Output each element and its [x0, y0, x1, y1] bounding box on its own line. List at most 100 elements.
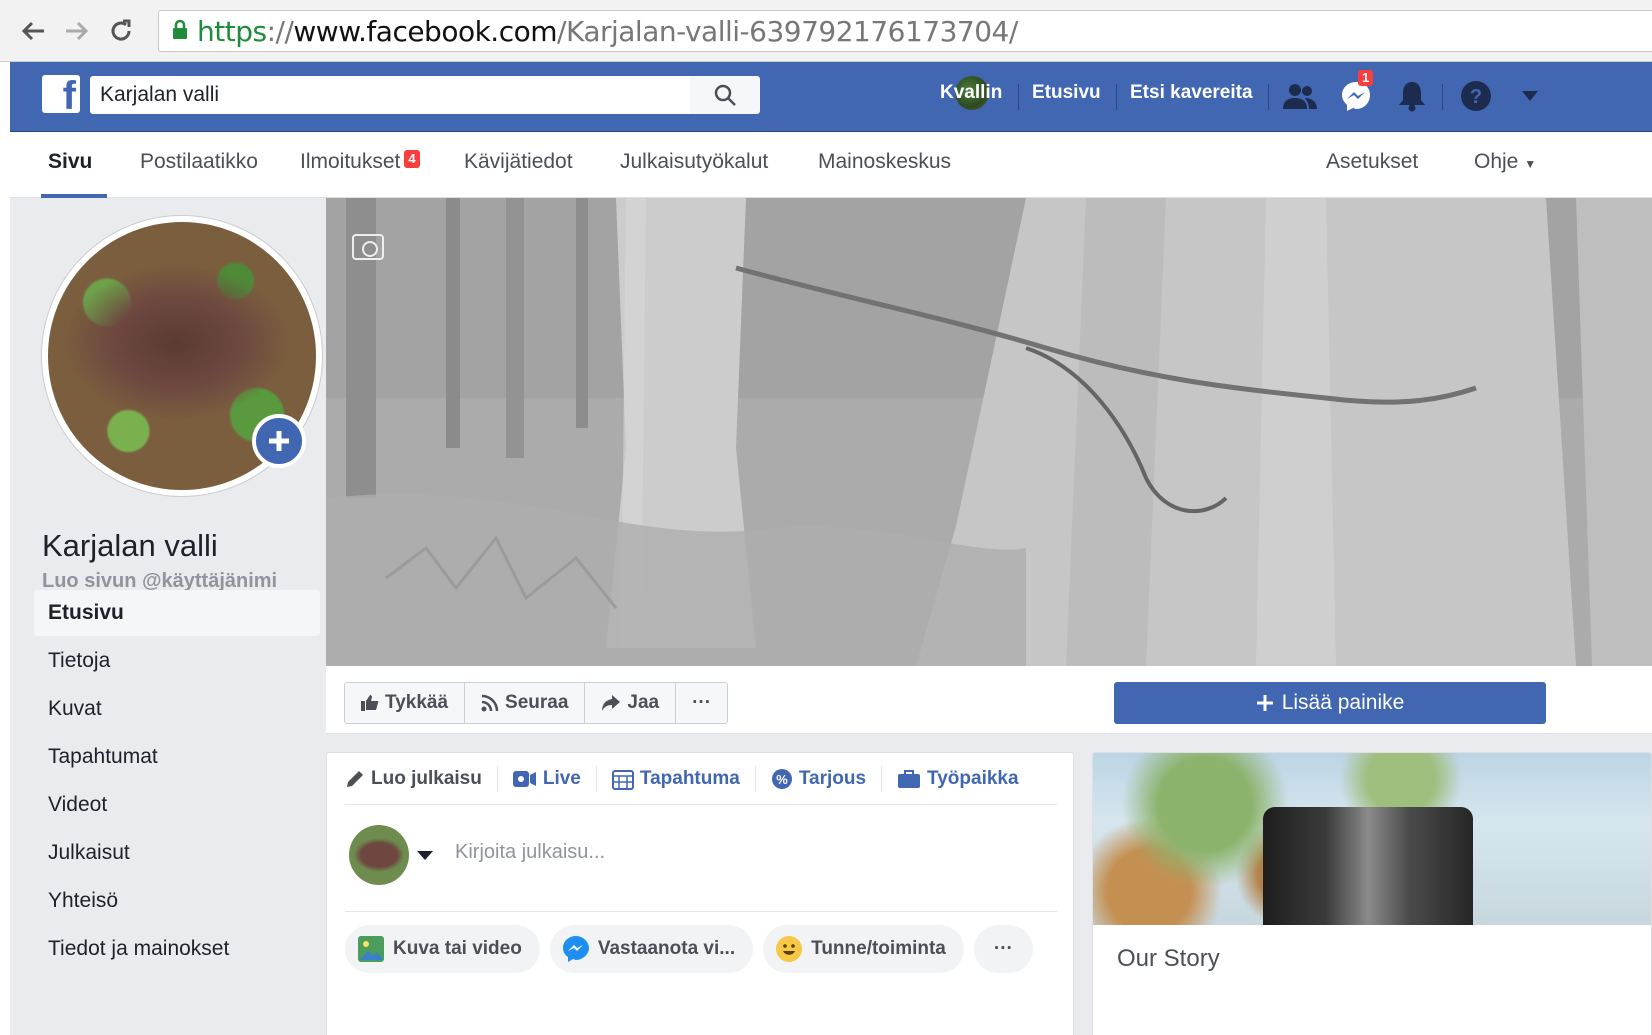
- sidebar-item-kuvat[interactable]: Kuvat: [34, 686, 320, 732]
- tab-postilaatikko[interactable]: Postilaatikko: [140, 150, 258, 174]
- find-friends-link[interactable]: Etsi kavereita: [1130, 82, 1253, 104]
- job-label: Työpaikka: [927, 767, 1019, 789]
- sidebar-item-tietoja[interactable]: Tietoja: [34, 638, 320, 684]
- share-button[interactable]: Jaa: [585, 683, 677, 723]
- tab-kavijatiedot[interactable]: Kävijätiedot: [464, 150, 573, 174]
- offer-tab[interactable]: % Tarjous: [756, 765, 883, 792]
- tab-julkaisutyokalut[interactable]: Julkaisutyökalut: [620, 150, 768, 174]
- address-bar[interactable]: https://www.facebook.com/Karjalan-valli-…: [158, 10, 1652, 52]
- url-path: /Karjalan-valli-639792176173704/: [557, 14, 1018, 48]
- profile-link[interactable]: Kvallin: [940, 82, 1002, 104]
- cover-photo[interactable]: [326, 198, 1652, 666]
- tab-ohje[interactable]: Ohje ▼: [1474, 150, 1536, 174]
- messenger-icon: [562, 936, 589, 962]
- friend-requests-icon[interactable]: [1280, 76, 1320, 116]
- search-icon: [714, 84, 736, 106]
- add-profile-photo-button[interactable]: [252, 414, 306, 468]
- live-video-icon: [512, 770, 536, 787]
- briefcase-icon: [898, 769, 921, 788]
- lock-icon: [171, 15, 189, 48]
- screenshot-frame: https://www.facebook.com/Karjalan-valli-…: [0, 0, 1652, 1035]
- account-menu-caret-icon[interactable]: [1510, 76, 1550, 116]
- svg-text:?: ?: [1470, 86, 1482, 108]
- facebook-logo-letter: f: [62, 75, 76, 113]
- sidebar-item-julkaisut[interactable]: Julkaisut: [34, 830, 320, 876]
- event-label: Tapahtuma: [639, 767, 740, 789]
- feeling-activity-button[interactable]: Tunne/toiminta: [763, 925, 964, 973]
- calendar-icon: [611, 769, 634, 790]
- share-label: Jaa: [627, 692, 660, 713]
- messages-badge: 1: [1358, 70, 1374, 86]
- divider: [1116, 84, 1117, 110]
- post-composer: Luo julkaisu Live Tapahtuma % Tarjous Ty…: [326, 752, 1074, 1035]
- search-value: Karjalan valli: [100, 83, 220, 106]
- page-title: Karjalan valli: [42, 528, 218, 563]
- thumbs-up-icon: [361, 695, 379, 711]
- tab-ilmoitukset[interactable]: Ilmoitukset 4: [300, 150, 420, 174]
- page-actions-group: Tykkää Seuraa Jaa ···: [344, 682, 729, 724]
- story-photo-object: [1263, 807, 1473, 925]
- notifications-bell-icon[interactable]: [1392, 76, 1432, 116]
- composer-avatar[interactable]: [349, 825, 409, 885]
- job-tab[interactable]: Työpaikka: [882, 766, 1034, 792]
- post-text-input[interactable]: Kirjoita julkaisu...: [455, 841, 605, 864]
- create-post-tab[interactable]: Luo julkaisu: [345, 765, 498, 792]
- smiley-icon: [776, 936, 803, 962]
- create-post-label: Luo julkaisu: [371, 767, 482, 789]
- search-input[interactable]: Karjalan valli: [90, 76, 690, 114]
- back-arrow-icon[interactable]: [16, 14, 50, 48]
- follow-button[interactable]: Seuraa: [465, 683, 586, 723]
- tab-sivu[interactable]: Sivu: [48, 150, 92, 174]
- tab-asetukset[interactable]: Asetukset: [1326, 150, 1418, 174]
- live-tab[interactable]: Live: [498, 765, 597, 792]
- get-messages-button[interactable]: Vastaanota vi...: [549, 925, 754, 973]
- rss-icon: [481, 694, 499, 712]
- chevron-down-icon: ▼: [1524, 157, 1537, 171]
- browser-toolbar: https://www.facebook.com/Karjalan-valli-…: [0, 0, 1652, 62]
- sidebar-item-yhteiso[interactable]: Yhteisö: [34, 878, 320, 924]
- photo-icon: [358, 936, 384, 962]
- tab-mainoskeskus[interactable]: Mainoskeskus: [818, 150, 951, 174]
- event-tab[interactable]: Tapahtuma: [597, 765, 756, 792]
- url-host: www.facebook.com: [293, 14, 558, 48]
- like-button[interactable]: Tykkää: [345, 683, 466, 723]
- photo-video-button[interactable]: Kuva tai video: [345, 925, 540, 973]
- composer-action-pills: Kuva tai video Vastaanota vi... Tunne/to…: [345, 925, 1033, 973]
- forward-arrow-icon[interactable]: [60, 14, 94, 48]
- search-button[interactable]: [690, 76, 760, 114]
- facebook-logo[interactable]: f: [42, 75, 80, 113]
- facebook-topbar: f Karjalan valli Kvallin Etusivu Etsi ka…: [10, 62, 1652, 132]
- sidebar-item-etusivu[interactable]: Etusivu: [34, 590, 320, 636]
- page-content: Karjalan valli Luo sivun @käyttäjänimi E…: [10, 198, 1652, 1035]
- composer-more-button[interactable]: ···: [973, 925, 1033, 973]
- sidebar-item-tiedot-ja-mainokset[interactable]: Tiedot ja mainokset: [34, 926, 320, 972]
- url-separator: ://: [266, 14, 294, 48]
- more-options-button[interactable]: ···: [676, 683, 727, 723]
- add-button-label: Lisää painike: [1281, 691, 1405, 714]
- camera-icon[interactable]: [352, 234, 384, 260]
- plus-icon: [269, 431, 289, 451]
- sidebar-item-videot[interactable]: Videot: [34, 782, 320, 828]
- story-image: [1093, 753, 1651, 925]
- divider: [1442, 84, 1443, 110]
- url-scheme: https: [197, 14, 267, 48]
- divider: [1268, 84, 1269, 110]
- page-action-bar: Tykkää Seuraa Jaa ··· Lisää painike: [326, 666, 1652, 734]
- reload-icon[interactable]: [104, 14, 138, 48]
- help-icon[interactable]: ?: [1456, 76, 1496, 116]
- home-link[interactable]: Etusivu: [1032, 82, 1101, 104]
- share-arrow-icon: [602, 695, 621, 711]
- notifications-badge: 4: [404, 150, 420, 168]
- cover-forest-illustration: [326, 198, 1652, 666]
- follow-label: Seuraa: [505, 692, 569, 713]
- story-title: Our Story: [1117, 945, 1220, 972]
- sidebar-item-tapahtumat[interactable]: Tapahtumat: [34, 734, 320, 780]
- photo-video-label: Kuva tai video: [393, 938, 522, 959]
- live-label: Live: [542, 767, 581, 789]
- our-story-card[interactable]: Our Story: [1092, 752, 1652, 1035]
- offer-badge-icon: %: [771, 768, 792, 789]
- divider: [1018, 84, 1019, 110]
- caret-down-icon[interactable]: [417, 851, 433, 860]
- add-button[interactable]: Lisää painike: [1114, 682, 1546, 724]
- more-dots-icon: ···: [692, 692, 712, 713]
